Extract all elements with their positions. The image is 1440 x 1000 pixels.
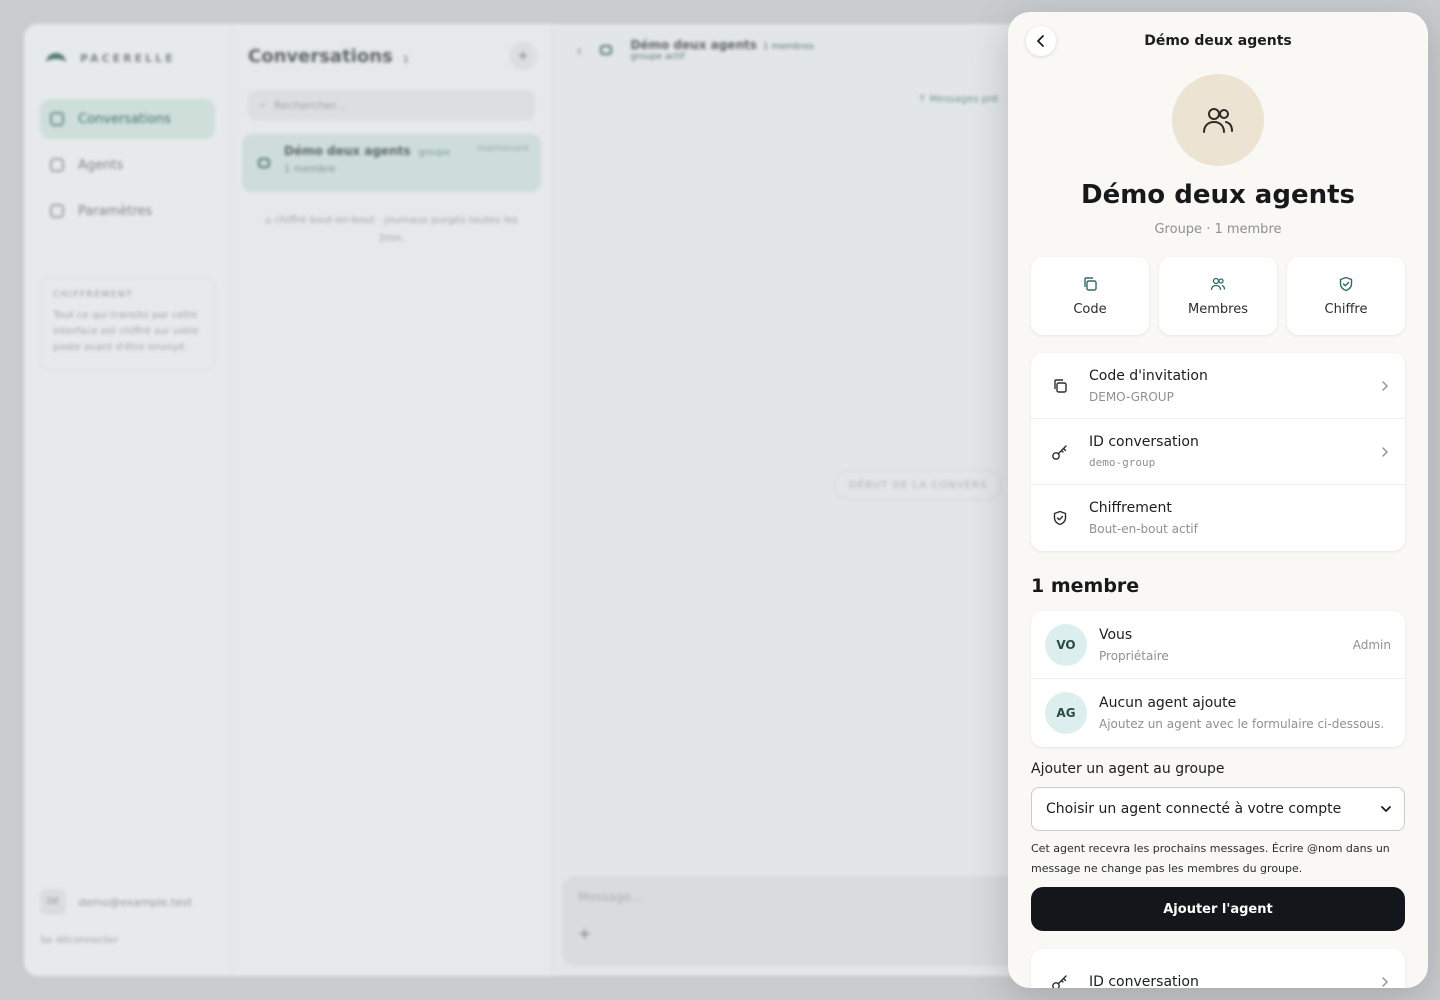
quick-action-code[interactable]: Code (1031, 257, 1149, 335)
invite-code-row[interactable]: Code d'invitation DEMO-GROUP (1031, 353, 1405, 419)
back-icon[interactable]: ‹ (576, 41, 582, 60)
chat-icon (50, 112, 64, 126)
conversation-count: 1 (403, 54, 409, 65)
conversation-list-header: Conversations 1 + (242, 42, 541, 70)
privacy-note: ⌂ chiffré bout-en-bout · journaux purgés… (265, 215, 518, 244)
members-section-title: 1 membre (1031, 575, 1140, 597)
grid-icon (50, 158, 64, 172)
chevron-down-icon (1381, 806, 1391, 812)
logout-link[interactable]: Se déconnecter (40, 935, 215, 946)
brand-logo-icon (46, 52, 66, 65)
conversation-members: 1 membre (284, 164, 336, 175)
agent-select-value: Choisir un agent connecté à votre compte (1046, 801, 1342, 817)
quick-action-label: Chiffre (1324, 301, 1368, 317)
nav-conversations[interactable]: Conversations (40, 99, 215, 139)
encryption-text: Tout ce qui transite par cette interface… (53, 310, 199, 353)
copy-icon (1084, 276, 1097, 291)
quick-actions: Code Membres Chiffre (1031, 257, 1405, 335)
shield-icon (1053, 510, 1067, 526)
conversation-tag: groupe (418, 148, 451, 158)
search-input[interactable]: ⌕ Rechercher... (248, 90, 535, 120)
conversation-id-title: ID conversation (1089, 434, 1199, 450)
add-agent-label: Ajouter un agent au groupe (1031, 761, 1225, 777)
brand: PACERELLE (40, 52, 215, 65)
nav-agents[interactable]: Agents (40, 145, 215, 185)
conversation-list-title: Conversations (248, 45, 393, 67)
avatar: AG (1045, 692, 1087, 734)
conversation-time: maintenant (476, 144, 529, 154)
panel-title: Démo deux agents (1144, 33, 1292, 49)
encryption-value: Bout-en-bout actif (1089, 522, 1198, 536)
users-icon (1203, 108, 1233, 133)
user-email: demo@example.test (78, 895, 193, 909)
nav-settings[interactable]: Paramètres (40, 191, 215, 231)
bottom-card: ID conversation (1031, 949, 1405, 988)
panel-header: Démo deux agents (1008, 12, 1428, 70)
avatar: VO (1045, 623, 1087, 666)
quick-action-label: Membres (1188, 301, 1248, 317)
nav-label: Paramètres (78, 203, 153, 219)
quick-action-members[interactable]: Membres (1159, 257, 1277, 335)
invite-code-title: Code d'invitation (1089, 367, 1208, 384)
chevron-right-icon (1382, 446, 1388, 457)
invite-code-value: DEMO-GROUP (1089, 389, 1174, 404)
quick-action-label: Code (1073, 301, 1107, 317)
group-details-panel: Démo deux agents Démo deux agents Groupe… (1008, 12, 1428, 988)
member-name: Vous (1099, 626, 1133, 643)
chevron-right-icon (1382, 380, 1388, 391)
older-messages-link[interactable]: ↑ Messages pré (918, 94, 998, 105)
user-row: DE demo@example.test (40, 889, 215, 915)
users-icon (1210, 277, 1226, 290)
search-icon: ⌕ (260, 98, 267, 111)
members-card: VO Vous Propriétaire Admin AG Aucun agen… (1031, 611, 1405, 747)
key-icon (1052, 444, 1067, 460)
group-meta: Groupe · 1 membre (1154, 222, 1282, 237)
chat-title: Démo deux agents (630, 38, 757, 52)
members-badge: 1 membres (762, 42, 814, 52)
member-role: Admin (1352, 637, 1391, 652)
new-conversation-button[interactable]: + (509, 42, 537, 70)
conversation-id-title: ID conversation (1089, 974, 1199, 988)
group-icon (258, 158, 270, 168)
member-sub: Propriétaire (1099, 648, 1169, 663)
group-avatar (1172, 74, 1264, 166)
conversation-id-row[interactable]: ID conversation demo-group (1031, 419, 1405, 485)
agent-select[interactable]: Choisir un agent connecté à votre compte (1031, 787, 1405, 831)
group-icon (600, 45, 613, 55)
conversation-id-value: demo-group (1089, 456, 1156, 469)
encryption-title: CHIFFREMENT (53, 290, 134, 300)
info-card: Code d'invitation DEMO-GROUP ID conversa… (1031, 353, 1405, 551)
add-agent-help: Cet agent recevra les prochains messages… (1031, 842, 1390, 875)
sidebar-footer: DE demo@example.test Se déconnecter (40, 889, 215, 946)
back-button[interactable] (1026, 26, 1056, 56)
list-item[interactable]: AG Aucun agent ajoute Ajoutez un agent a… (1031, 679, 1405, 747)
conversation-list: Conversations 1 + ⌕ Rechercher... Démo d… (232, 24, 552, 976)
conversation-start-pill: DÉBUT DE LA CONVERS (834, 470, 1003, 500)
search-placeholder: Rechercher... (274, 98, 346, 112)
gear-icon (50, 204, 64, 218)
conversation-id-row[interactable]: ID conversation (1031, 949, 1405, 988)
avatar: DE (40, 889, 66, 915)
member-name: Aucun agent ajoute (1099, 695, 1237, 711)
chevron-left-icon (1037, 35, 1044, 47)
add-agent-button[interactable]: Ajouter l'agent (1031, 887, 1405, 931)
list-item[interactable]: Démo deux agents groupe maintenant 1 memb… (242, 134, 541, 192)
chevron-right-icon (1382, 977, 1388, 987)
key-icon (1052, 975, 1067, 988)
quick-action-encryption[interactable]: Chiffre (1287, 257, 1405, 335)
encryption-title: Chiffrement (1089, 500, 1172, 516)
brand-name: PACERELLE (80, 52, 176, 65)
encryption-row: Chiffrement Bout-en-bout actif (1031, 485, 1405, 551)
sidebar: PACERELLE Conversations Agents Paramètre… (24, 24, 232, 976)
group-name: Démo deux agents (1080, 180, 1355, 210)
list-item[interactable]: VO Vous Propriétaire Admin (1031, 611, 1405, 679)
shield-icon (1339, 276, 1353, 291)
nav-label: Conversations (78, 111, 171, 127)
encryption-info: CHIFFREMENT Tout ce qui transite par cet… (40, 277, 215, 369)
nav-label: Agents (78, 157, 124, 173)
member-sub: Ajoutez un agent avec le formulaire ci-d… (1099, 717, 1385, 731)
copy-icon (1054, 378, 1067, 393)
conversation-name: Démo deux agents (284, 144, 411, 158)
chat-subtitle: groupe actif (630, 52, 685, 62)
